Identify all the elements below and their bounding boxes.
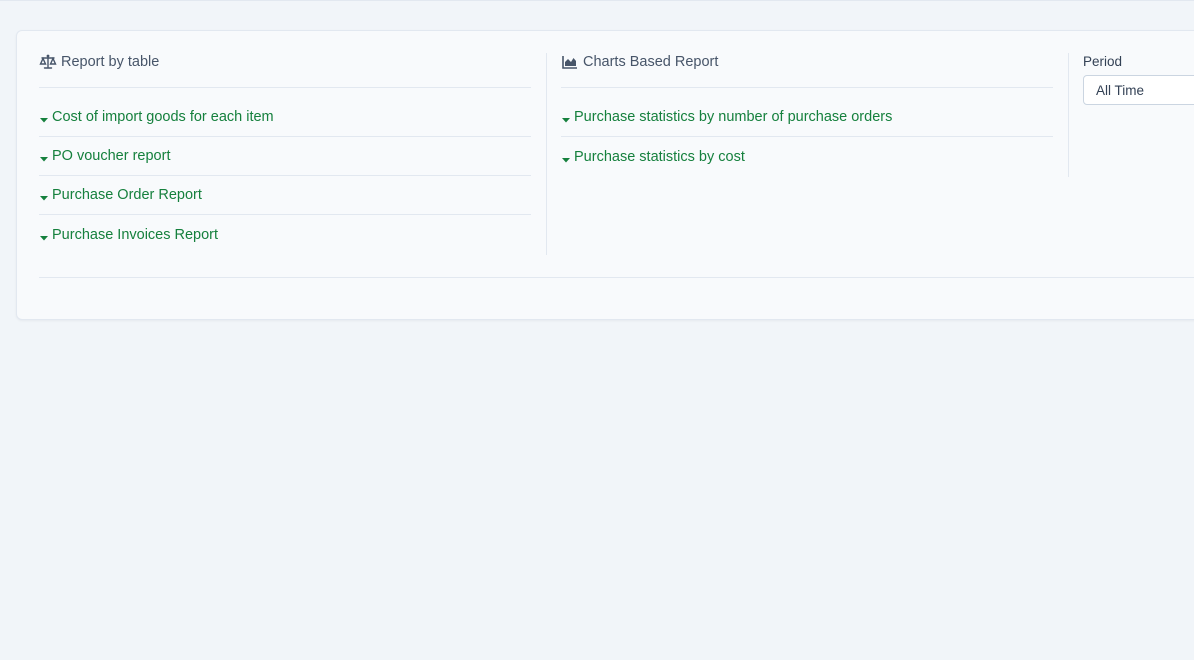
list-item[interactable]: Purchase Invoices Report — [39, 215, 531, 254]
purchase-order-report-link[interactable]: Purchase Order Report — [52, 187, 202, 203]
charts-based-report-header: Charts Based Report — [561, 53, 1053, 88]
caret-down-icon — [39, 190, 49, 201]
report-by-table-header: Report by table — [39, 53, 531, 88]
po-voucher-report-link[interactable]: PO voucher report — [52, 148, 170, 164]
caret-down-icon — [39, 112, 49, 123]
charts-based-report-list: Purchase statistics by number of purchas… — [561, 98, 1053, 176]
list-item[interactable]: PO voucher report — [39, 137, 531, 176]
report-by-table-title: Report by table — [61, 54, 160, 70]
period-label: Period — [1083, 54, 1123, 69]
list-item[interactable]: Purchase statistics by number of purchas… — [561, 98, 1053, 137]
caret-down-icon — [561, 112, 571, 123]
balance-scale-icon — [39, 53, 57, 71]
purchase-stats-by-cost-link[interactable]: Purchase statistics by cost — [574, 149, 745, 165]
purchase-stats-by-orders-link[interactable]: Purchase statistics by number of purchas… — [574, 109, 892, 125]
column-divider — [546, 53, 547, 255]
report-by-table-list: Cost of import goods for each item PO vo… — [39, 98, 531, 254]
column-divider — [1068, 53, 1069, 177]
period-filter: Period All Time — [1083, 53, 1194, 105]
panel-divider — [39, 277, 1194, 278]
list-item[interactable]: Purchase Order Report — [39, 176, 531, 215]
cost-of-import-goods-link[interactable]: Cost of import goods for each item — [52, 109, 274, 125]
period-selected-value: All Time — [1096, 82, 1145, 98]
top-divider — [0, 0, 1194, 1]
report-by-table-section: Report by table Cost of import goods for… — [39, 53, 531, 255]
reports-panel: Report by table Cost of import goods for… — [16, 30, 1194, 320]
caret-down-icon — [561, 152, 571, 162]
caret-down-icon — [39, 151, 49, 162]
caret-down-icon — [39, 230, 49, 240]
list-item[interactable]: Purchase statistics by cost — [561, 137, 1053, 176]
purchase-invoices-report-link[interactable]: Purchase Invoices Report — [52, 227, 218, 243]
charts-based-report-section: Charts Based Report Purchase statistics … — [561, 53, 1053, 177]
charts-based-report-title: Charts Based Report — [583, 54, 719, 70]
area-chart-icon — [561, 53, 579, 71]
period-select[interactable]: All Time — [1083, 75, 1194, 105]
list-item[interactable]: Cost of import goods for each item — [39, 98, 531, 137]
